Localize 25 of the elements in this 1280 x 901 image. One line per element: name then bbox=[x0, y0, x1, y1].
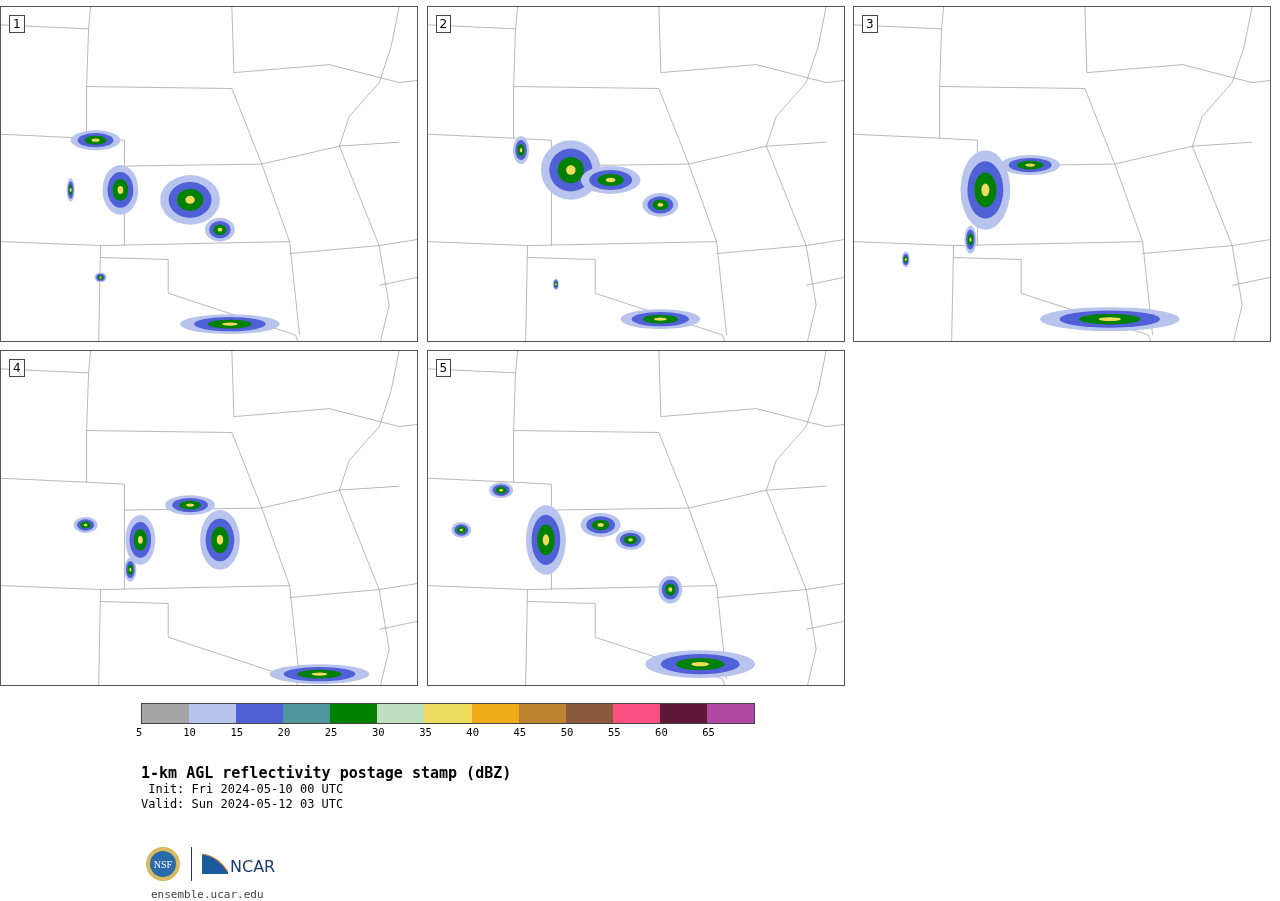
colorbar-tick-label: 60 bbox=[655, 725, 669, 740]
colorbar-tick-label: 15 bbox=[230, 725, 245, 740]
colorbar-tick-label: 30 bbox=[371, 725, 386, 740]
ncar-wordmark: NCAR bbox=[230, 856, 276, 876]
colorbar-tick-label: 5 bbox=[136, 725, 144, 740]
panel-number: 3 bbox=[862, 15, 878, 33]
colorbar-tick-label: 10 bbox=[183, 725, 197, 740]
plot-title: 1-km AGL reflectivity postage stamp (dBZ) bbox=[141, 764, 513, 782]
ncar-swoosh-icon bbox=[202, 854, 228, 874]
colorbar-tick-label: 45 bbox=[513, 725, 528, 740]
panel-number: 2 bbox=[435, 15, 452, 33]
seal-text: NSF bbox=[153, 859, 173, 870]
site-address: ensemble.ucar.edu bbox=[151, 888, 265, 901]
panel-number: 5 bbox=[435, 359, 452, 377]
colorbar-tick-label: 20 bbox=[277, 725, 292, 740]
colorbar-tick-label: 40 bbox=[466, 725, 480, 740]
colorbar-tick-label: 50 bbox=[560, 725, 575, 740]
valid-time: Valid: Sun 2024-05-12 03 UTC bbox=[141, 797, 345, 812]
colorbar-tick-label: 35 bbox=[419, 725, 433, 740]
panel-number: 4 bbox=[9, 359, 25, 377]
colorbar-tick-label: 25 bbox=[324, 725, 339, 740]
colorbar-tick-label: 55 bbox=[607, 725, 622, 740]
init-time: Init: Fri 2024-05-10 00 UTC bbox=[147, 782, 345, 797]
panel-number: 1 bbox=[9, 15, 25, 33]
colorbar-tick-label: 65 bbox=[702, 725, 716, 740]
